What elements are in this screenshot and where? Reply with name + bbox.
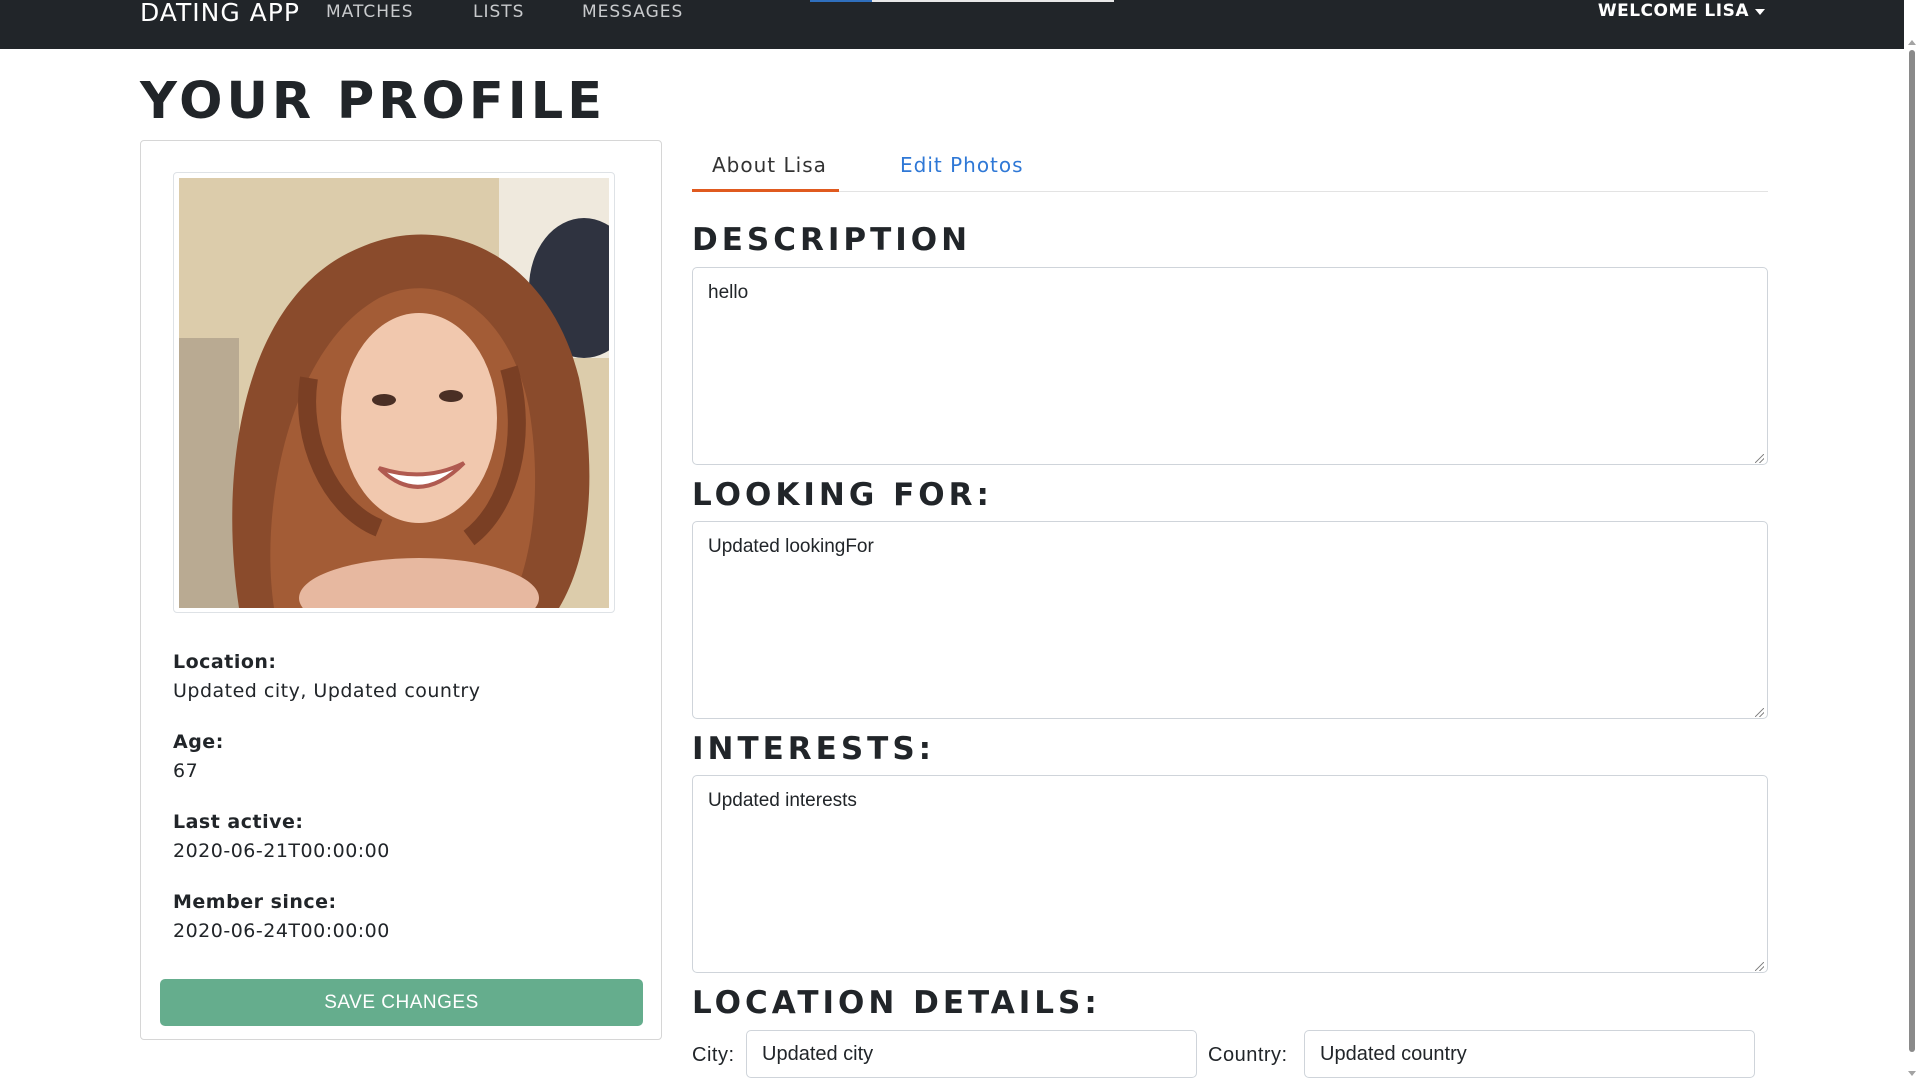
age-label: Age: xyxy=(173,731,224,753)
save-changes-button[interactable]: SAVE CHANGES xyxy=(160,979,643,1026)
user-menu-dropdown[interactable]: WELCOME LISA xyxy=(1598,1,1765,21)
interests-heading: INTERESTS: xyxy=(692,731,936,767)
member-since-label: Member since: xyxy=(173,891,337,913)
profile-tabs: About Lisa Edit Photos xyxy=(692,140,1768,192)
country-input[interactable] xyxy=(1304,1030,1755,1078)
active-tab-indicator xyxy=(692,189,839,192)
profile-photo-frame xyxy=(173,172,615,613)
resize-grip-icon[interactable] xyxy=(1755,708,1764,717)
profile-card: Location: Updated city, Updated country … xyxy=(140,140,662,1040)
looking-for-textarea[interactable]: Updated lookingFor xyxy=(692,521,1768,719)
description-textarea[interactable]: hello xyxy=(692,267,1768,465)
location-details-heading: LOCATION DETAILS: xyxy=(692,985,1101,1021)
tab-edit-photos[interactable]: Edit Photos xyxy=(900,152,1024,178)
city-input[interactable] xyxy=(746,1030,1197,1078)
nav-link-lists[interactable]: LISTS xyxy=(473,2,524,22)
location-label: Location: xyxy=(173,651,277,673)
location-value: Updated city, Updated country xyxy=(173,680,481,702)
looking-for-heading: LOOKING FOR: xyxy=(692,477,993,513)
description-heading: DESCRIPTION xyxy=(692,222,972,258)
scroll-up-arrow-icon[interactable] xyxy=(1908,40,1916,45)
age-value: 67 xyxy=(173,760,199,782)
caret-down-icon xyxy=(1755,8,1765,15)
location-info: Location: Updated city, Updated country xyxy=(173,649,480,705)
interests-textarea[interactable]: Updated interests xyxy=(692,775,1768,973)
city-label: City: xyxy=(692,1044,735,1066)
welcome-label: WELCOME LISA xyxy=(1597,1,1749,21)
nav-link-matches[interactable]: MATCHES xyxy=(326,2,414,22)
brand-logo[interactable]: DATING APP xyxy=(140,0,300,26)
resize-grip-icon[interactable] xyxy=(1755,454,1764,463)
nav-link-messages[interactable]: MESSAGES xyxy=(582,2,683,22)
page-title: YOUR PROFILE xyxy=(140,72,607,131)
member-since-value: 2020-06-24T00:00:00 xyxy=(173,920,390,942)
last-active-info: Last active: 2020-06-21T00:00:00 xyxy=(173,809,390,865)
loading-bar-fill xyxy=(810,0,872,2)
age-info: Age: 67 xyxy=(173,729,224,785)
profile-photo xyxy=(179,178,609,608)
last-active-label: Last active: xyxy=(173,811,304,833)
page-scrollbar[interactable] xyxy=(1904,0,1920,1080)
loading-bar-track xyxy=(872,0,1114,2)
member-since-info: Member since: 2020-06-24T00:00:00 xyxy=(173,889,390,945)
resize-grip-icon[interactable] xyxy=(1755,962,1764,971)
tab-about[interactable]: About Lisa xyxy=(712,152,827,178)
top-navbar: DATING APP MATCHES LISTS MESSAGES WELCOM… xyxy=(0,0,1904,49)
last-active-value: 2020-06-21T00:00:00 xyxy=(173,840,390,862)
scroll-down-arrow-icon[interactable] xyxy=(1908,1071,1916,1076)
scrollbar-thumb[interactable] xyxy=(1909,50,1915,1052)
country-label: Country: xyxy=(1208,1044,1288,1066)
